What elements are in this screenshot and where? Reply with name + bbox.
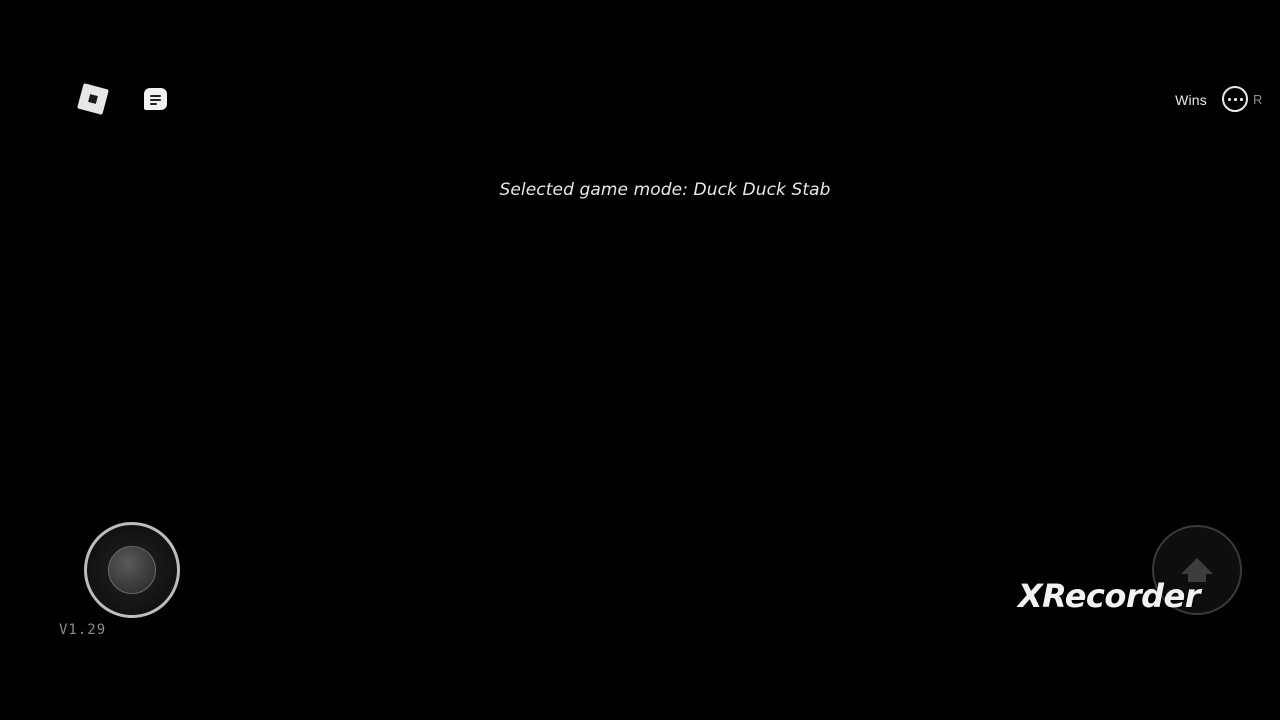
more-options-button[interactable] [1222, 86, 1248, 112]
chat-icon [143, 88, 167, 110]
leaderboard-wins-label: Wins [1175, 92, 1207, 108]
game-mode-message: Selected game mode: Duck Duck Stab [499, 180, 831, 200]
roblox-logo-icon [77, 83, 109, 115]
more-options-icon [1227, 97, 1231, 101]
more-options-dot [1239, 97, 1243, 101]
more-options-dot [1233, 97, 1237, 101]
roblox-menu-button[interactable] [76, 82, 110, 116]
game-screen: Wins R Selected game mode: Duck Duck Sta… [0, 0, 1280, 720]
chat-button[interactable] [142, 86, 168, 112]
leaderboard-truncated-text: R [1253, 92, 1263, 107]
thumbstick-knob[interactable] [108, 546, 156, 594]
version-label: V1.29 [59, 622, 107, 638]
movement-thumbstick[interactable] [84, 522, 180, 618]
recorder-watermark: XRecorder [1018, 577, 1201, 615]
